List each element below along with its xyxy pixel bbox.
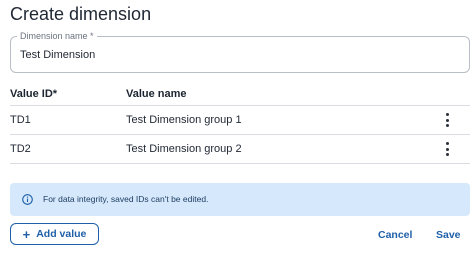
table-row: TD2 Test Dimension group 2 xyxy=(10,135,470,164)
info-icon xyxy=(22,194,33,205)
table-header: Value ID* Value name xyxy=(10,86,470,106)
column-header-value-name: Value name xyxy=(126,88,187,100)
more-vertical-icon[interactable] xyxy=(444,113,450,127)
dimension-name-value[interactable]: Test Dimension xyxy=(20,48,95,62)
cancel-button[interactable]: Cancel xyxy=(378,228,412,242)
column-header-value-id: Value ID* xyxy=(10,88,58,100)
value-name-cell: Test Dimension group 1 xyxy=(126,114,242,126)
plus-icon: + xyxy=(22,226,31,242)
dimension-name-label: Dimension name * xyxy=(17,30,97,42)
add-value-label: Add value xyxy=(36,228,87,240)
value-id-cell: TD2 xyxy=(10,143,31,155)
more-vertical-icon[interactable] xyxy=(444,142,450,156)
value-name-cell: Test Dimension group 2 xyxy=(126,143,242,155)
values-table: Value ID* Value name TD1 Test Dimension … xyxy=(10,86,470,164)
dimension-name-field[interactable]: Dimension name * Test Dimension xyxy=(10,30,470,73)
info-banner-text: For data integrity, saved IDs can't be e… xyxy=(43,194,209,204)
info-banner: For data integrity, saved IDs can't be e… xyxy=(10,183,470,216)
value-id-cell: TD1 xyxy=(10,114,31,126)
table-row: TD1 Test Dimension group 1 xyxy=(10,106,470,135)
add-value-button[interactable]: + Add value xyxy=(10,223,99,245)
page-title: Create dimension xyxy=(10,4,152,24)
save-button[interactable]: Save xyxy=(436,228,461,242)
